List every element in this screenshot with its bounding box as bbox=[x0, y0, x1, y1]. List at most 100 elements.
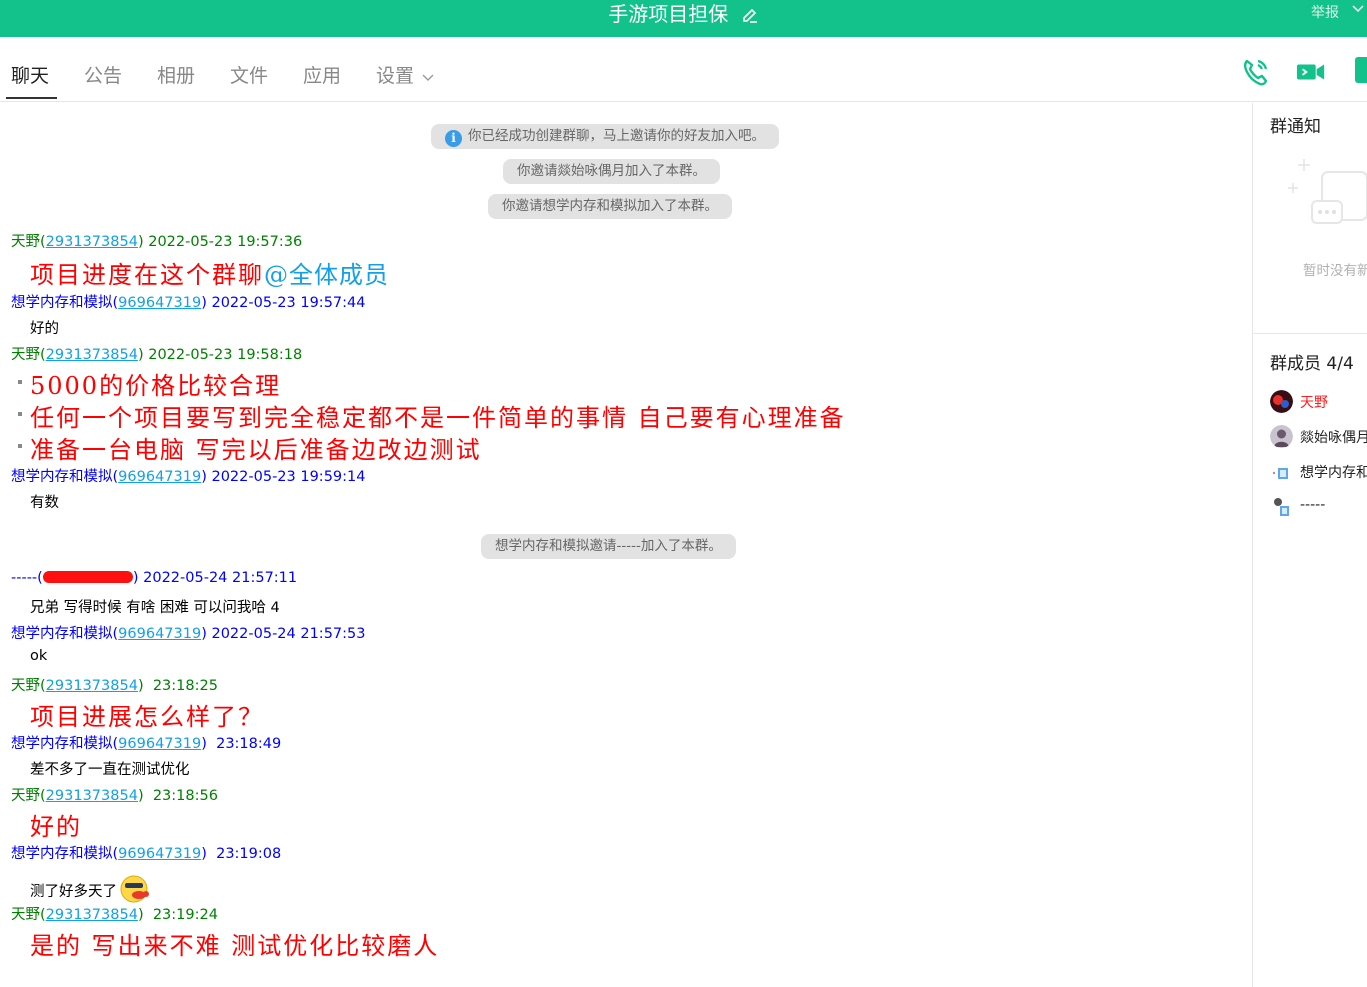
chevron-down-icon[interactable] bbox=[1351, 2, 1365, 16]
message-body: ok bbox=[30, 648, 48, 664]
sender-name[interactable]: ----- bbox=[11, 570, 37, 586]
avatar bbox=[1270, 390, 1293, 413]
edit-pencil-icon[interactable] bbox=[741, 7, 759, 25]
tab-apps[interactable]: 应用 bbox=[303, 61, 341, 88]
message-time: 23:19:08 bbox=[216, 846, 282, 862]
message-body: 是的 写出来不难 测试优化比较磨人 bbox=[30, 932, 440, 960]
message-body: 有数 bbox=[30, 495, 59, 511]
member-name: 天野 bbox=[1300, 395, 1328, 411]
sender-qq-link[interactable]: 2931373854 bbox=[46, 347, 138, 363]
message-header: 天野(2931373854) 23:19:24 bbox=[11, 907, 218, 923]
notice-empty-text: 暂时没有新 bbox=[1303, 263, 1367, 279]
avatar bbox=[1272, 468, 1288, 479]
tab-album[interactable]: 相册 bbox=[157, 61, 195, 88]
list-bullet bbox=[18, 412, 22, 416]
message-time: 23:19:24 bbox=[152, 907, 218, 923]
group-title[interactable]: 手游项目担保 bbox=[608, 2, 728, 26]
message-header: 天野(2931373854) 2022-05-23 19:58:18 bbox=[11, 347, 303, 363]
chevron-down-icon bbox=[422, 74, 434, 81]
message-header: 想学内存和模拟(969647319) 23:19:08 bbox=[11, 846, 282, 862]
member-name: 想学内存和模拟 bbox=[1300, 465, 1367, 481]
system-message: 想学内存和模拟邀请-----加入了本群。 bbox=[481, 534, 736, 559]
list-bullet bbox=[18, 380, 22, 384]
member-name: ----- bbox=[1300, 497, 1326, 513]
message-time: 2022-05-24 21:57:53 bbox=[211, 626, 366, 642]
message-time: 23:18:49 bbox=[216, 736, 282, 752]
sender-qq-link[interactable]: 2931373854 bbox=[46, 234, 138, 250]
system-message: 你邀请燚始咏偶月加入了本群。 bbox=[503, 159, 720, 184]
members-title[interactable]: 群成员 4/4 bbox=[1270, 349, 1354, 374]
avatar bbox=[1274, 498, 1289, 516]
section-divider bbox=[1253, 333, 1367, 334]
tab-announcement[interactable]: 公告 bbox=[84, 61, 122, 88]
tab-files[interactable]: 文件 bbox=[230, 61, 268, 88]
sender-name[interactable]: 想学内存和模拟 bbox=[11, 469, 113, 485]
sender-name[interactable]: 天野 bbox=[11, 788, 40, 804]
active-tab-indicator bbox=[6, 97, 57, 99]
message-body: 项目进展怎么样了？ bbox=[30, 703, 264, 731]
message-body: 好的 bbox=[30, 813, 82, 841]
message-time: 23:18:56 bbox=[152, 788, 218, 804]
member-item[interactable]: ----- bbox=[1270, 495, 1367, 519]
message-header: 天野(2931373854) 2022-05-23 19:57:36 bbox=[11, 234, 303, 250]
message-header: 想学内存和模拟(969647319) 2022-05-23 19:57:44 bbox=[11, 295, 366, 311]
message-body: 兄弟 写得时候 有啥 困难 可以问我哈 4 bbox=[30, 600, 280, 616]
message-body: 项目进度在这个群聊@全体成员 bbox=[30, 261, 389, 289]
report-button[interactable]: 举报 bbox=[1311, 2, 1339, 22]
sender-qq-link[interactable]: 969647319 bbox=[118, 626, 201, 642]
system-message: 你邀请想学内存和模拟加入了本群。 bbox=[488, 194, 732, 219]
sender-name[interactable]: 想学内存和模拟 bbox=[11, 626, 113, 642]
message-time: 2022-05-23 19:59:14 bbox=[211, 469, 366, 485]
more-apps-button[interactable] bbox=[1355, 57, 1367, 87]
title-area: 手游项目担保 bbox=[0, 0, 1367, 28]
message-header: -----() 2022-05-24 21:57:11 bbox=[11, 570, 298, 586]
sender-name[interactable]: 天野 bbox=[11, 234, 40, 250]
message-time: 2022-05-23 19:57:36 bbox=[148, 234, 303, 250]
sender-name[interactable]: 天野 bbox=[11, 347, 40, 363]
message-header: 想学内存和模拟(969647319) 2022-05-23 19:59:14 bbox=[11, 469, 366, 485]
sender-qq-link[interactable]: 969647319 bbox=[118, 469, 201, 485]
message-header: 天野(2931373854) 23:18:56 bbox=[11, 788, 218, 804]
sender-qq-link[interactable]: 969647319 bbox=[118, 736, 201, 752]
message-body: 测了好多天了 bbox=[30, 874, 151, 904]
message-line: 准备一台电脑 写完以后准备边改边测试 bbox=[30, 436, 482, 464]
tab-chat[interactable]: 聊天 bbox=[11, 61, 49, 88]
chat-log[interactable]: i 你已经成功创建群聊，马上邀请你的好友加入吧。 你邀请燚始咏偶月加入了本群。 你… bbox=[0, 103, 1252, 987]
avatar bbox=[1270, 425, 1293, 448]
message-line: 5000的价格比较合理 bbox=[30, 372, 282, 400]
redaction-mark bbox=[42, 571, 133, 583]
empty-notice-illustration bbox=[1288, 159, 1367, 224]
message-header: 天野(2931373854) 23:18:25 bbox=[11, 678, 218, 694]
message-time: 23:18:25 bbox=[152, 678, 218, 694]
member-item[interactable]: 燚始咏偶月 bbox=[1270, 425, 1367, 449]
message-time: 2022-05-23 19:57:44 bbox=[211, 295, 366, 311]
sender-qq-link[interactable]: 969647319 bbox=[118, 846, 201, 862]
message-header: 想学内存和模拟(969647319) 2022-05-24 21:57:53 bbox=[11, 626, 366, 642]
sender-name[interactable]: 想学内存和模拟 bbox=[11, 846, 113, 862]
sender-name[interactable]: 想学内存和模拟 bbox=[11, 736, 113, 752]
tab-settings[interactable]: 设置 bbox=[376, 61, 434, 88]
message-header: 想学内存和模拟(969647319) 23:18:49 bbox=[11, 736, 282, 752]
sender-qq-link[interactable]: 2931373854 bbox=[46, 788, 138, 804]
title-bar: 手游项目担保 举报 bbox=[0, 0, 1367, 37]
video-camera-icon[interactable] bbox=[1296, 57, 1326, 87]
sender-name[interactable]: 天野 bbox=[11, 907, 40, 923]
sender-name[interactable]: 想学内存和模拟 bbox=[11, 295, 113, 311]
sender-qq-link[interactable]: 969647319 bbox=[118, 295, 201, 311]
member-item[interactable]: 天野 bbox=[1270, 390, 1367, 414]
app-tile-icon bbox=[1355, 57, 1367, 83]
message-body: 差不多了一直在测试优化 bbox=[30, 762, 190, 778]
panel-divider bbox=[1252, 103, 1253, 987]
sender-name[interactable]: 天野 bbox=[11, 678, 40, 694]
list-bullet bbox=[18, 444, 22, 448]
tab-settings-label: 设置 bbox=[376, 65, 415, 87]
sender-qq-link[interactable]: 2931373854 bbox=[46, 907, 138, 923]
phone-icon[interactable] bbox=[1241, 57, 1271, 87]
member-item[interactable]: 想学内存和模拟 bbox=[1270, 460, 1367, 484]
sender-qq-link[interactable]: 2931373854 bbox=[46, 678, 138, 694]
group-notice-title[interactable]: 群通知 bbox=[1270, 112, 1321, 137]
message-time: 2022-05-23 19:58:18 bbox=[148, 347, 303, 363]
mention-all[interactable]: @全体成员 bbox=[264, 261, 389, 289]
message-body: 好的 bbox=[30, 321, 59, 337]
message-time: 2022-05-24 21:57:11 bbox=[143, 570, 298, 586]
